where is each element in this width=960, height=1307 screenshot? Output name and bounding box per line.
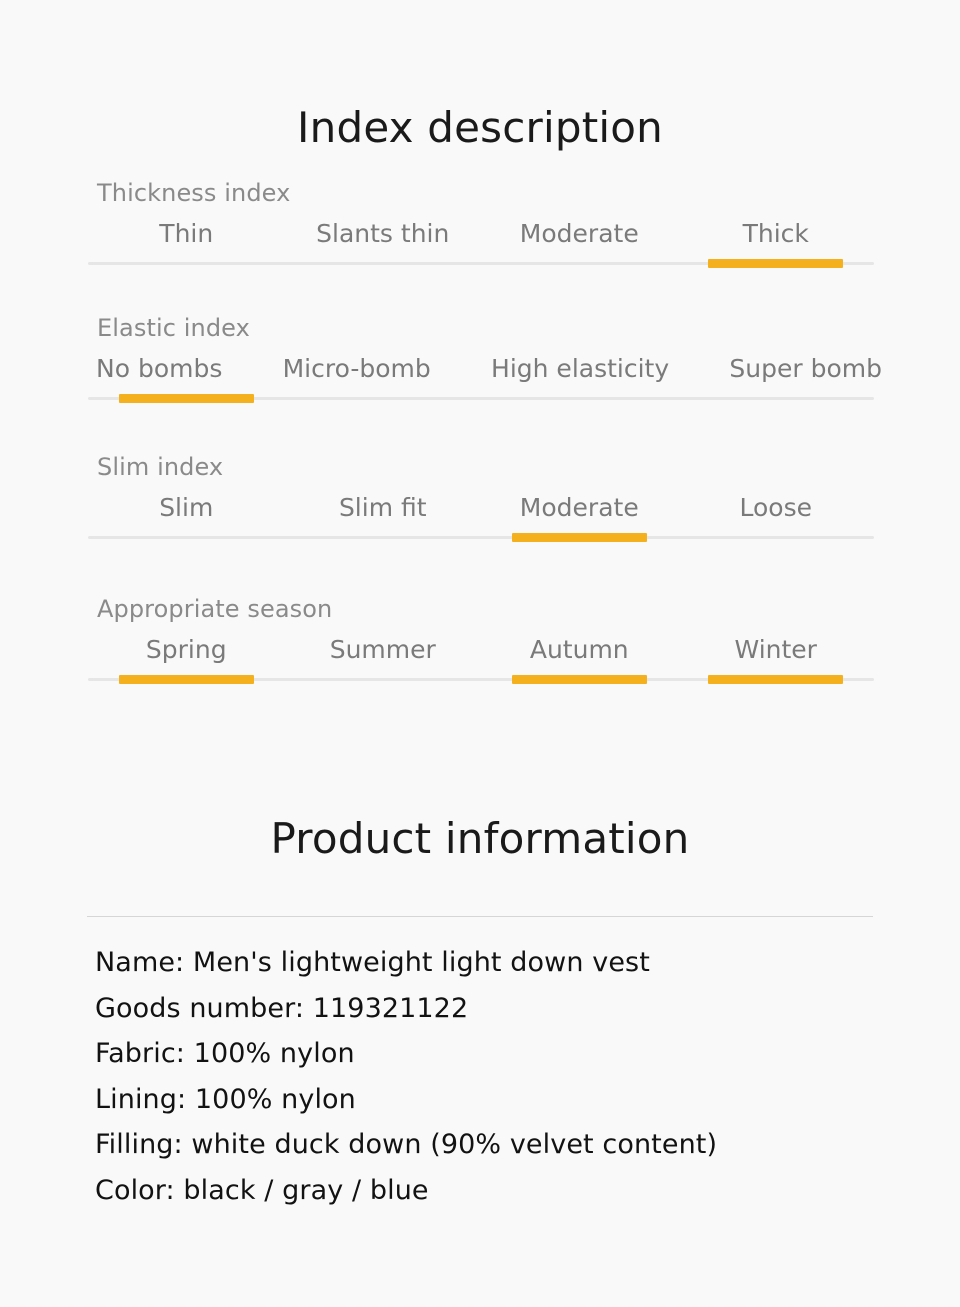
- index-option[interactable]: Winter: [678, 630, 875, 670]
- index-option[interactable]: Moderate: [481, 488, 678, 528]
- product-info-line: Lining: 100% nylon: [95, 1083, 356, 1115]
- index-option[interactable]: Autumn: [481, 630, 678, 670]
- index-option[interactable]: Slim: [88, 488, 285, 528]
- index-group-label: Thickness index: [97, 179, 291, 207]
- index-track: [88, 394, 874, 403]
- index-group-2: Slim index Slim Slim fit Moderate Loose: [88, 452, 874, 542]
- index-selected-bar: [708, 259, 843, 268]
- index-selected-bar: [512, 675, 647, 684]
- product-info-line: Filling: white duck down (90% velvet con…: [95, 1129, 718, 1160]
- product-detail-page: Index description Thickness index Thin Sla…: [0, 0, 960, 1307]
- index-option[interactable]: Slim fit: [285, 488, 482, 528]
- index-selected-bar: [708, 675, 843, 684]
- index-option[interactable]: Thick: [678, 214, 875, 254]
- product-info-line: Fabric: 100% nylon: [95, 1038, 355, 1069]
- index-description-title: Index description: [297, 103, 663, 153]
- index-option[interactable]: Moderate: [481, 214, 678, 254]
- product-info-line: Goods number: 119321122: [95, 992, 469, 1024]
- index-option-row: Slim Slim fit Moderate Loose: [88, 488, 874, 528]
- index-group-3: Appropriate season Spring Summer Autumn Wint…: [88, 594, 874, 684]
- index-option[interactable]: Thin: [88, 214, 285, 254]
- index-group-label: Appropriate season: [97, 595, 333, 623]
- product-info-line: Color: black / gray / blue: [95, 1174, 429, 1206]
- index-track: [88, 533, 874, 542]
- index-group-label: Elastic index: [97, 314, 250, 342]
- index-group-1: Elastic index No bombs Micro-bomb High elas…: [88, 313, 882, 403]
- index-option-row: Spring Summer Autumn Winter: [88, 630, 874, 670]
- product-information-list: Name: Men's lightweight light down vest G…: [95, 940, 895, 1213]
- index-track: [88, 259, 874, 268]
- index-option[interactable]: Loose: [678, 488, 875, 528]
- index-option[interactable]: Summer: [285, 630, 482, 670]
- index-selected-bar: [512, 533, 647, 542]
- product-information-title: Product information: [270, 814, 690, 864]
- index-option[interactable]: Slants thin: [285, 214, 482, 254]
- index-group-label: Slim index: [97, 453, 224, 481]
- index-option-row: No bombs Micro-bomb High elasticity Super b…: [88, 349, 890, 389]
- index-option[interactable]: High elasticity: [491, 349, 669, 389]
- index-group-0: Thickness index Thin Slants thin Moderate Th…: [88, 178, 874, 268]
- index-track: [88, 675, 874, 684]
- index-option[interactable]: No bombs: [96, 349, 222, 389]
- product-divider: [87, 916, 873, 917]
- product-info-line: Name: Men's lightweight light down vest: [95, 947, 650, 978]
- index-option-row: Thin Slants thin Moderate Thick: [88, 214, 874, 254]
- index-selected-bar: [119, 394, 254, 403]
- index-selected-bar: [119, 675, 254, 684]
- index-option[interactable]: Micro-bomb: [283, 349, 431, 389]
- index-option[interactable]: Super bomb: [729, 349, 882, 389]
- index-option[interactable]: Spring: [88, 630, 285, 670]
